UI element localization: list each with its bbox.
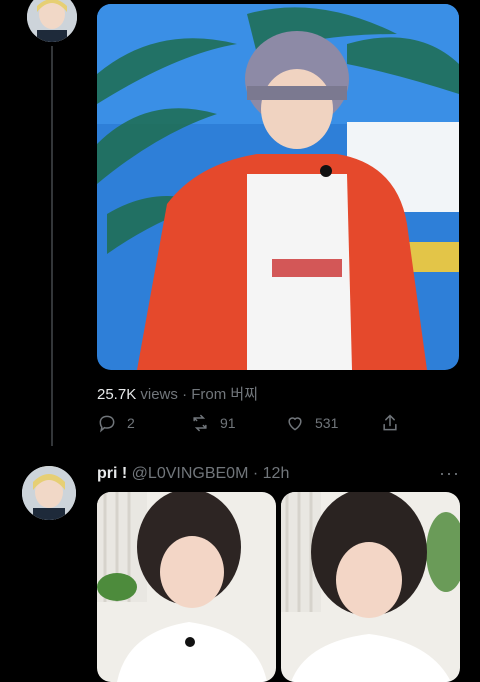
tweet-time[interactable]: 12h bbox=[263, 465, 290, 482]
share-icon bbox=[383, 414, 397, 431]
retweet-button[interactable]: 91 bbox=[190, 413, 236, 433]
views-count: 25.7K bbox=[97, 386, 137, 403]
thread-line bbox=[51, 46, 53, 446]
avatar[interactable] bbox=[22, 466, 76, 520]
display-name[interactable]: pri ! bbox=[97, 465, 127, 482]
retweet-icon bbox=[193, 414, 207, 432]
tweet-image[interactable] bbox=[97, 4, 459, 370]
retweet-count: 91 bbox=[220, 415, 236, 431]
reply-count: 2 bbox=[127, 415, 135, 431]
like-count: 531 bbox=[315, 415, 339, 431]
reply-button[interactable]: 2 bbox=[97, 413, 135, 433]
source-label[interactable]: From 버찌 bbox=[191, 386, 258, 403]
tweet-header: pri ! @L0VINGBE0M · 12h bbox=[97, 465, 289, 483]
avatar-top[interactable] bbox=[27, 0, 77, 42]
header-separator: · bbox=[252, 465, 259, 482]
like-icon bbox=[288, 417, 302, 431]
tweet-image-left[interactable] bbox=[97, 492, 276, 682]
user-handle[interactable]: @L0VINGBE0M bbox=[132, 465, 249, 482]
more-icon: ··· bbox=[439, 463, 460, 483]
like-button[interactable]: 531 bbox=[285, 413, 338, 433]
views-separator: · bbox=[182, 386, 188, 403]
tweet-image-right[interactable] bbox=[281, 492, 460, 682]
views-line: 25.7K views · From 버찌 bbox=[97, 383, 258, 404]
views-label: views bbox=[140, 386, 178, 403]
more-options-button[interactable]: ··· bbox=[439, 463, 460, 484]
reply-icon bbox=[99, 415, 115, 433]
share-button[interactable] bbox=[380, 413, 400, 433]
